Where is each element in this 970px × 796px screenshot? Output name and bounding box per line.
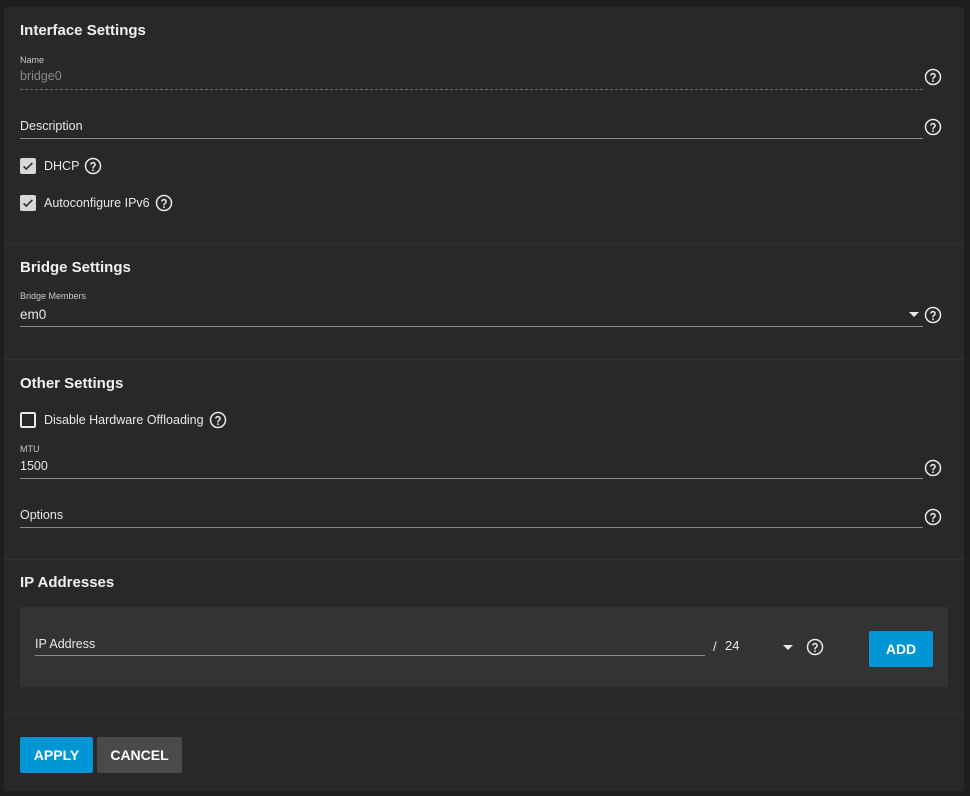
autoconf-ipv6-help-icon[interactable]: [155, 194, 173, 212]
ip-addresses-title: IP Addresses: [20, 574, 115, 591]
bridge-members-select[interactable]: Bridge Members em0: [20, 291, 923, 327]
section-divider: [4, 244, 964, 245]
dhcp-label: DHCP: [44, 159, 80, 173]
mtu-input[interactable]: MTU 1500: [20, 444, 923, 480]
netmask-value: 24: [725, 638, 740, 653]
disable-offload-help-icon[interactable]: [209, 411, 227, 429]
options-placeholder: Options: [20, 508, 64, 522]
netmask-select[interactable]: 24: [725, 636, 795, 658]
name-help-icon[interactable]: [924, 68, 942, 86]
autoconf-ipv6-checkbox[interactable]: [20, 195, 36, 211]
section-divider: [4, 713, 964, 714]
caret-down-icon: [909, 312, 919, 317]
cancel-button[interactable]: CANCEL: [97, 737, 182, 773]
ip-address-list-item: IP Address / 24 ADD: [20, 607, 948, 687]
mtu-help-icon[interactable]: [924, 459, 942, 477]
description-help-icon[interactable]: [924, 118, 942, 136]
caret-down-icon: [783, 645, 793, 650]
dhcp-row: DHCP: [20, 157, 102, 175]
name-label: Name: [20, 55, 45, 65]
apply-button[interactable]: APPLY: [20, 737, 93, 773]
mtu-label: MTU: [20, 444, 40, 454]
disable-offload-label: Disable Hardware Offloading: [44, 413, 204, 427]
checkmark-icon: [23, 162, 33, 171]
options-input[interactable]: Options: [20, 506, 923, 528]
description-underline: [20, 138, 923, 139]
bridge-members-help-icon[interactable]: [924, 306, 942, 324]
ip-address-placeholder: IP Address: [35, 637, 96, 651]
name-field: Name bridge0: [20, 55, 923, 91]
description-input[interactable]: Description: [20, 117, 923, 139]
interface-settings-title: Interface Settings: [20, 22, 146, 39]
bridge-members-underline: [20, 326, 923, 327]
section-divider: [4, 359, 964, 360]
options-help-icon[interactable]: [924, 508, 942, 526]
add-ip-button[interactable]: ADD: [869, 631, 933, 667]
bridge-settings-title: Bridge Settings: [20, 259, 131, 276]
mtu-underline: [20, 478, 923, 479]
options-underline: [20, 527, 923, 528]
disable-offload-checkbox[interactable]: [20, 412, 36, 428]
section-divider: [4, 559, 964, 560]
network-interface-form: Interface Settings Name bridge0 Descript…: [4, 7, 964, 791]
checkmark-icon: [23, 199, 33, 208]
autoconf-ipv6-label: Autoconfigure IPv6: [44, 196, 150, 210]
disable-offload-row: Disable Hardware Offloading: [20, 411, 227, 429]
name-value: bridge0: [20, 69, 62, 83]
netmask-help-icon[interactable]: [806, 638, 824, 656]
description-placeholder: Description: [20, 119, 83, 133]
autoconf-ipv6-row: Autoconfigure IPv6: [20, 194, 173, 212]
other-settings-title: Other Settings: [20, 375, 124, 392]
bridge-members-value: em0: [20, 307, 47, 322]
mtu-value: 1500: [20, 459, 48, 473]
ip-address-underline: [35, 655, 705, 656]
name-underline: [20, 89, 923, 90]
ip-address-input[interactable]: IP Address: [35, 637, 705, 657]
bridge-members-label: Bridge Members: [20, 291, 87, 301]
dhcp-help-icon[interactable]: [84, 157, 102, 175]
netmask-separator: /: [713, 639, 717, 654]
dhcp-checkbox[interactable]: [20, 158, 36, 174]
